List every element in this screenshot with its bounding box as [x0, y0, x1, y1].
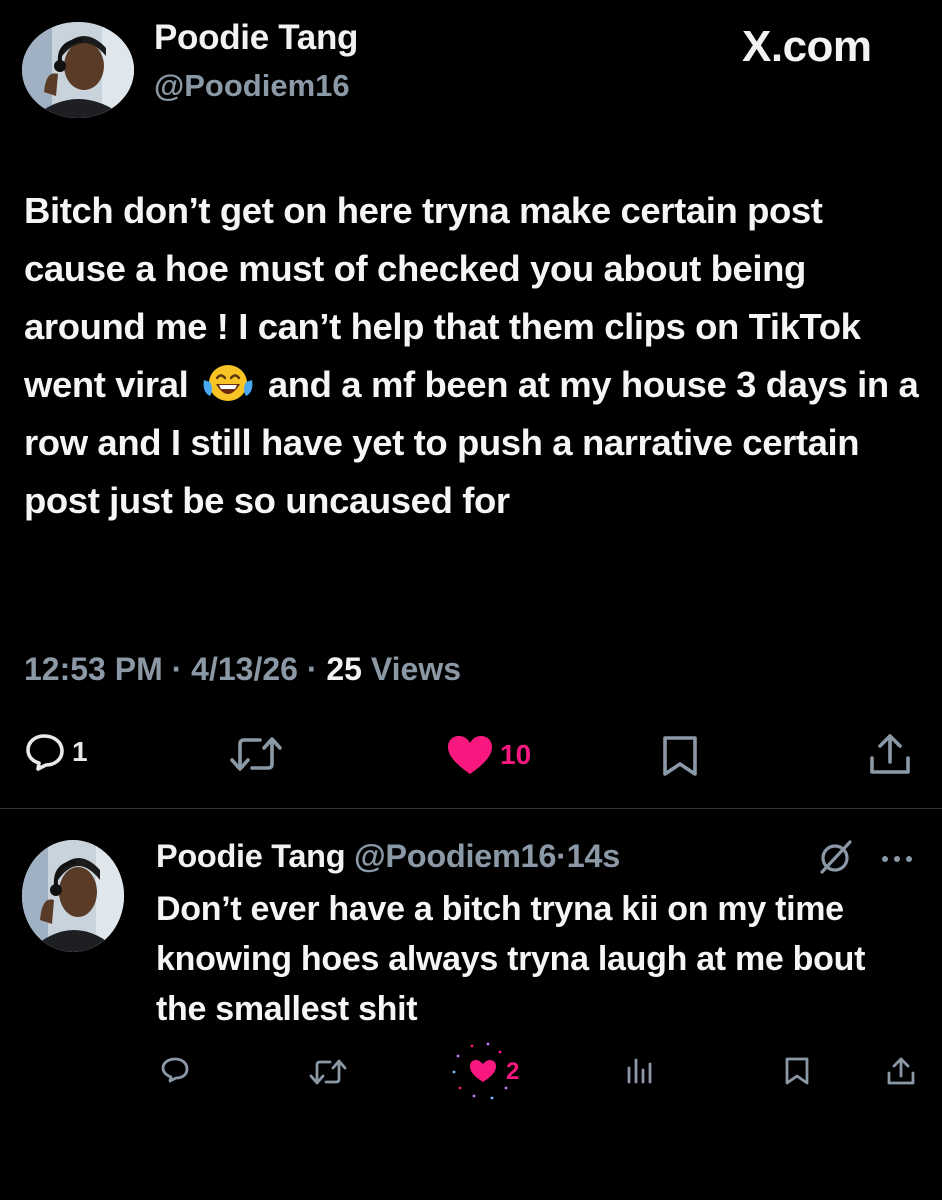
heart-icon — [452, 1042, 514, 1102]
tweet-time[interactable]: 12:53 PM — [24, 651, 163, 687]
analytics-icon — [626, 1056, 652, 1084]
reply-icon — [24, 732, 66, 772]
reply-bookmark-button[interactable] — [784, 1056, 810, 1086]
author-avatar[interactable] — [22, 22, 134, 118]
tweet-text: Bitch don’t get on here tryna make certa… — [24, 182, 924, 530]
divider — [0, 808, 942, 809]
tweet-meta: 12:53 PM · 4/13/26 · 25 Views — [24, 651, 461, 688]
retweet-button[interactable] — [228, 734, 284, 774]
author-name[interactable]: Poodie Tang — [154, 18, 358, 58]
reply-count: 1 — [72, 736, 88, 767]
retweet-icon — [228, 734, 284, 774]
reply-button[interactable]: 1 — [24, 732, 88, 772]
retweet-icon — [308, 1058, 348, 1086]
reply-age[interactable]: 14s — [567, 838, 621, 874]
bookmark-button[interactable] — [660, 734, 700, 778]
grok-icon[interactable] — [818, 838, 854, 881]
reply-retweet-button[interactable] — [308, 1058, 348, 1086]
share-button[interactable] — [868, 732, 912, 778]
reply-like-count: 2 — [506, 1058, 520, 1085]
like-count: 10 — [500, 739, 532, 770]
laughing-emoji-icon — [200, 360, 256, 404]
reply-reply-button[interactable] — [160, 1056, 190, 1084]
reply-text: Don’t ever have a bitch tryna kii on my … — [156, 890, 866, 1028]
meta-separator: · — [306, 651, 318, 687]
reply-separator: · — [556, 838, 567, 874]
bookmark-icon — [784, 1056, 810, 1086]
views-count[interactable]: 25 — [326, 651, 362, 687]
views-label[interactable]: Views — [371, 651, 461, 687]
reply-header: Poodie Tang @Poodiem16·14s — [156, 838, 620, 875]
brand-watermark: X.com — [742, 22, 872, 71]
like-button[interactable]: 10 — [446, 734, 531, 776]
reply-author-avatar[interactable] — [22, 840, 124, 952]
reply-icon — [160, 1056, 190, 1084]
author-handle[interactable]: @Poodiem16 — [154, 68, 350, 104]
bookmark-icon — [660, 734, 700, 778]
tweet-date[interactable]: 4/13/26 — [191, 651, 298, 687]
share-icon — [886, 1056, 916, 1086]
reply-like-button[interactable]: 2 — [452, 1042, 519, 1102]
share-icon — [868, 732, 912, 778]
reply-share-button[interactable] — [886, 1056, 916, 1086]
meta-separator: · — [171, 651, 183, 687]
heart-icon — [446, 734, 494, 776]
reply-author-name[interactable]: Poodie Tang — [156, 838, 346, 874]
reply-author-handle[interactable]: @Poodiem16 — [354, 838, 556, 874]
more-icon[interactable] — [880, 851, 914, 869]
reply-analytics-button[interactable] — [626, 1056, 652, 1084]
